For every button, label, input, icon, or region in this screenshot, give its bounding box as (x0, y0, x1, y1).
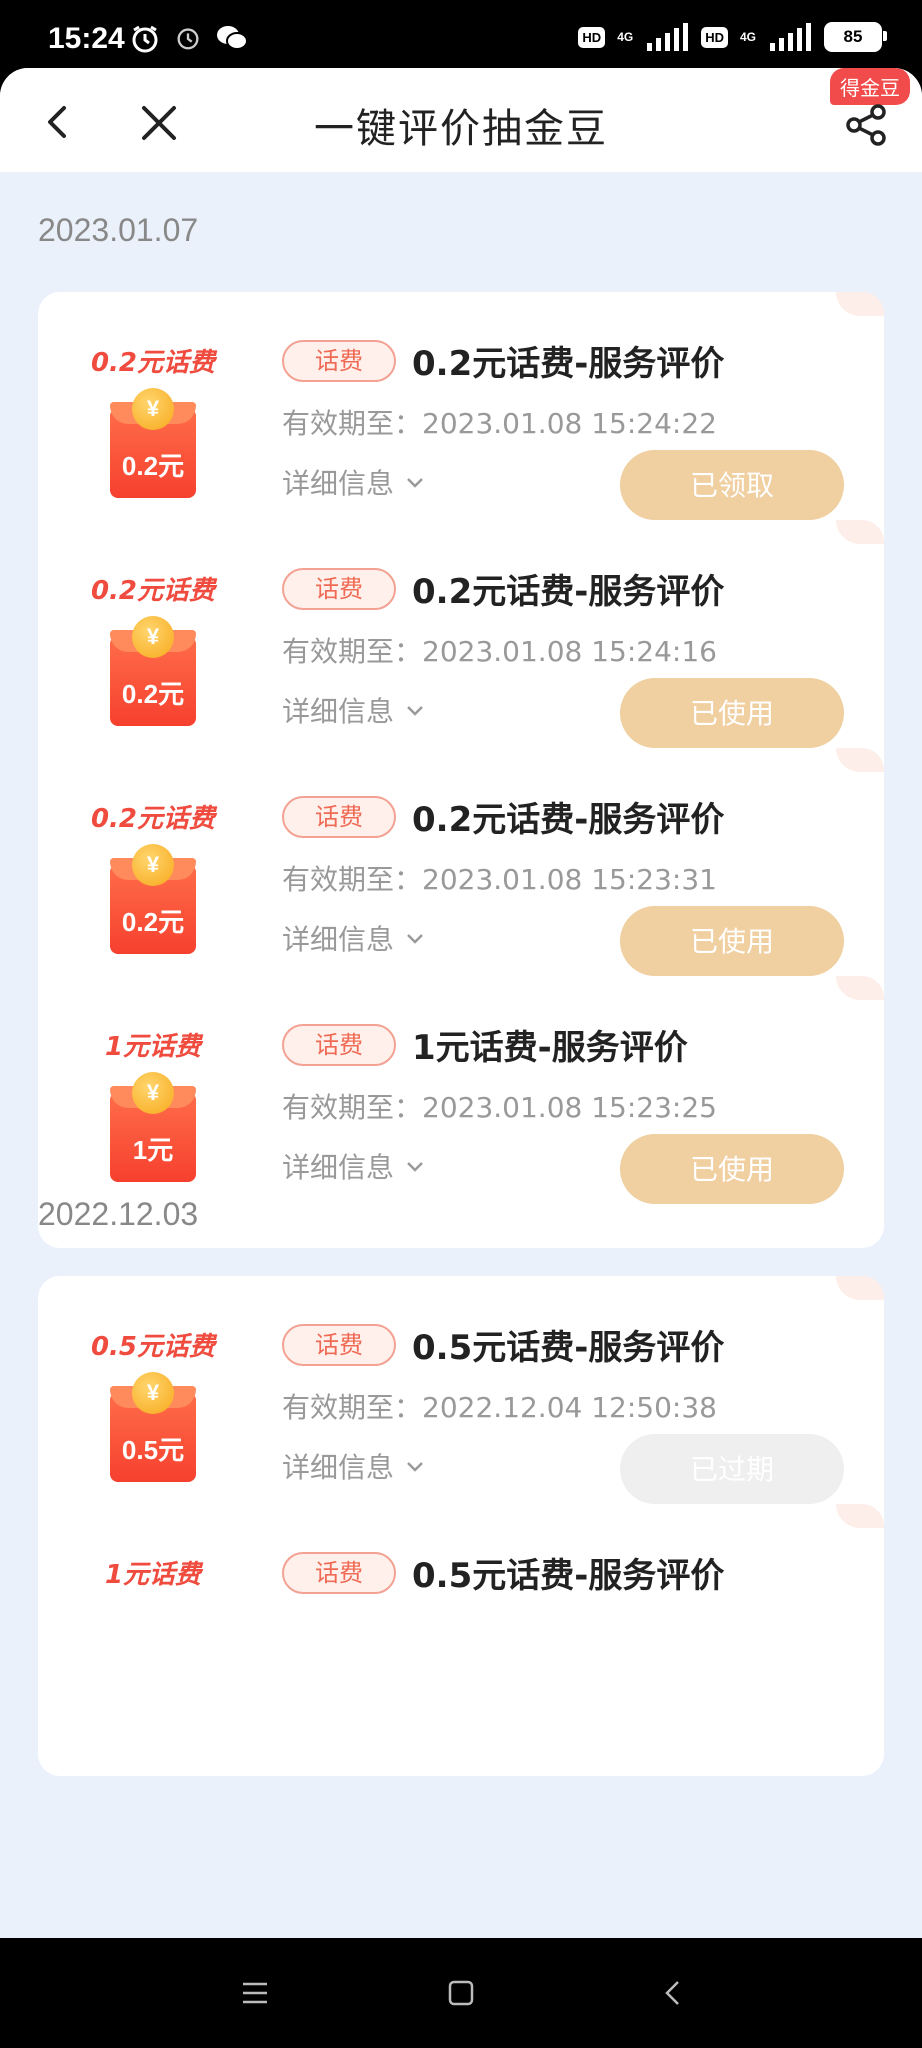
detail-toggle[interactable]: 详细信息 (282, 1446, 426, 1486)
card-title: 0.2元话费-服务评价 (412, 344, 725, 384)
hd-badge: HD (578, 26, 606, 48)
coin-icon: ¥ (132, 844, 174, 886)
card-title: 0.5元话费-服务评价 (412, 1328, 725, 1368)
signal-icon (770, 23, 811, 51)
validity-text: 有效期至：2023.01.08 15:24:22 (282, 407, 717, 440)
signal-icon (647, 23, 689, 51)
alarm-icon (132, 25, 158, 53)
coin-icon: ¥ (132, 616, 174, 658)
prize-illustration: 1元话费 (88, 1554, 218, 1724)
date-header: 2023.01.07 (38, 212, 199, 248)
back-icon[interactable] (658, 1978, 688, 2008)
app-screen: 一键评价抽金豆 得金豆 2023.01.07 0.2元话费 ¥ 0.2元 话费 … (0, 68, 922, 1938)
chevron-down-icon (407, 1462, 423, 1472)
detail-toggle[interactable]: 详细信息 (282, 462, 426, 502)
prize-illustration: 0.2元话费 ¥ 0.2元 (88, 798, 218, 968)
red-envelope-icon: ¥ 1元 (110, 1072, 196, 1182)
detail-toggle[interactable]: 详细信息 (282, 690, 426, 730)
prize-illustration: 0.2元话费 ¥ 0.2元 (88, 342, 218, 512)
prize-label: 0.2元话费 (90, 804, 216, 834)
coin-icon: ¥ (132, 1372, 174, 1414)
red-envelope-icon: ¥ 0.5元 (110, 1372, 196, 1482)
coin-icon: ¥ (132, 1072, 174, 1114)
envelope-value: 0.2元 (121, 679, 185, 709)
chevron-down-icon (407, 934, 423, 944)
home-icon[interactable] (446, 1978, 476, 2008)
status-button[interactable]: 已过期 (620, 1434, 844, 1504)
prize-label: 0.2元话费 (90, 348, 216, 378)
network-4g-label: 4G (739, 30, 756, 44)
chevron-down-icon (407, 1162, 423, 1172)
share-icon[interactable] (842, 100, 892, 150)
chevron-down-icon (407, 706, 423, 716)
detail-label: 详细信息 (282, 1151, 395, 1184)
detail-label: 详细信息 (282, 923, 395, 956)
detail-toggle[interactable]: 详细信息 (282, 918, 426, 958)
red-envelope-icon: ¥ 0.2元 (110, 844, 196, 954)
detail-toggle[interactable]: 详细信息 (282, 1146, 426, 1186)
page-title: 一键评价抽金豆 (314, 106, 608, 152)
validity-text: 有效期至：2023.01.08 15:23:25 (282, 1091, 717, 1124)
reward-card: 1元话费 话费 0.5元话费-服务评价 (38, 1504, 884, 1776)
envelope-value: 0.5元 (121, 1435, 185, 1465)
validity-text: 有效期至：2022.12.04 12:50:38 (282, 1391, 717, 1424)
red-envelope-icon: ¥ 0.2元 (110, 616, 196, 726)
category-tag: 话费 (282, 568, 396, 610)
status-button[interactable]: 已使用 (620, 1134, 844, 1204)
wechat-icon (217, 26, 248, 50)
status-time: 15:24 (48, 22, 125, 55)
envelope-value: 1元 (132, 1135, 174, 1165)
chevron-down-icon (407, 478, 423, 488)
hd-badge: HD (701, 26, 728, 48)
category-tag: 话费 (282, 796, 396, 838)
prize-label: 0.5元话费 (90, 1332, 216, 1362)
battery-indicator: 85 (824, 22, 887, 52)
system-nav-bar (0, 1938, 922, 2048)
status-bar: 15:24 HD 4G HD 4G 85 (0, 0, 922, 70)
card-title: 0.2元话费-服务评价 (412, 800, 725, 840)
detail-label: 详细信息 (282, 695, 395, 728)
detail-label: 详细信息 (282, 1451, 395, 1484)
category-tag: 话费 (282, 340, 396, 382)
envelope-value: 0.2元 (121, 907, 185, 937)
envelope-value: 0.2元 (121, 451, 185, 481)
prize-illustration: 1元话费 ¥ 1元 (88, 1026, 218, 1196)
category-tag: 话费 (282, 1024, 396, 1066)
network-4g-label: 4G (617, 30, 634, 44)
prize-label: 1元话费 (104, 1032, 202, 1062)
category-tag: 话费 (282, 1552, 396, 1594)
validity-text: 有效期至：2023.01.08 15:24:16 (282, 635, 717, 668)
nav-bar: 一键评价抽金豆 得金豆 (0, 68, 922, 172)
status-button[interactable]: 已使用 (620, 906, 844, 976)
card-title: 0.5元话费-服务评价 (412, 1556, 725, 1596)
prize-label: 1元话费 (104, 1560, 202, 1590)
card-title: 0.2元话费-服务评价 (412, 572, 725, 612)
prize-label: 0.2元话费 (90, 576, 216, 606)
detail-label: 详细信息 (282, 467, 395, 500)
category-tag: 话费 (282, 1324, 396, 1366)
status-button[interactable]: 已使用 (620, 678, 844, 748)
card-title: 1元话费-服务评价 (412, 1028, 688, 1068)
prize-illustration: 0.5元话费 ¥ 0.5元 (88, 1326, 218, 1496)
prize-illustration: 0.2元话费 ¥ 0.2元 (88, 570, 218, 740)
menu-icon[interactable] (240, 1978, 270, 2008)
coin-icon: ¥ (132, 388, 174, 430)
date-header: 2022.12.03 (38, 1196, 199, 1232)
status-button[interactable]: 已领取 (620, 450, 844, 520)
red-envelope-icon: ¥ 0.2元 (110, 388, 196, 498)
validity-text: 有效期至：2023.01.08 15:23:31 (282, 863, 717, 896)
alarm-icon (177, 28, 199, 50)
